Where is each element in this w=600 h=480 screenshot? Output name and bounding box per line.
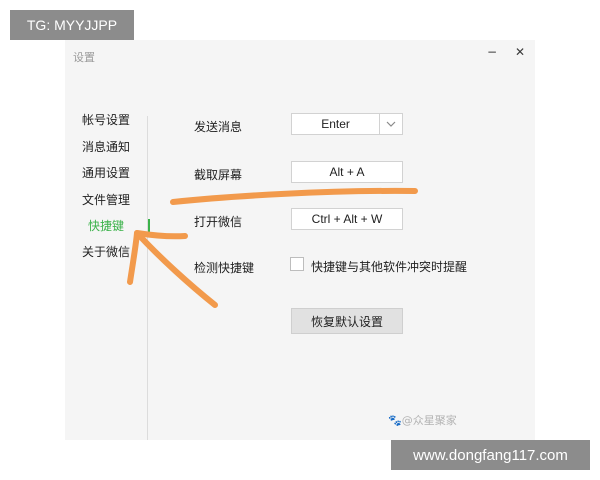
conflict-alert-label[interactable]: 快捷键与其他软件冲突时提醒 bbox=[311, 258, 467, 275]
chevron-down-icon bbox=[379, 114, 402, 134]
sidebar-item-notifications[interactable]: 消息通知 bbox=[82, 138, 130, 155]
paw-icon: 🐾 bbox=[388, 414, 402, 427]
minimize-button[interactable]: − bbox=[483, 43, 501, 61]
send-message-value: Enter bbox=[321, 117, 350, 131]
sidebar-divider bbox=[147, 116, 148, 440]
sidebar-item-general[interactable]: 通用设置 bbox=[82, 164, 130, 181]
settings-sidebar: 帐号设置 消息通知 通用设置 文件管理 快捷键 关于微信 bbox=[65, 40, 147, 440]
watermark: 🐾@众星聚家 bbox=[388, 414, 457, 427]
open-wechat-shortcut-field[interactable]: Ctrl + Alt + W bbox=[291, 208, 403, 230]
sidebar-item-about[interactable]: 关于微信 bbox=[82, 243, 130, 260]
settings-window: 设置 − ✕ 帐号设置 消息通知 通用设置 文件管理 快捷键 关于微信 发送消息… bbox=[65, 40, 535, 440]
channel-tag: TG: MYYJJPP bbox=[10, 10, 134, 40]
detect-shortcut-label: 检测快捷键 bbox=[194, 261, 255, 275]
restore-defaults-button[interactable]: 恢复默认设置 bbox=[291, 308, 403, 334]
sidebar-item-files[interactable]: 文件管理 bbox=[82, 191, 130, 208]
open-wechat-label: 打开微信 bbox=[194, 215, 243, 229]
sidebar-item-account[interactable]: 帐号设置 bbox=[82, 111, 130, 128]
send-message-label: 发送消息 bbox=[194, 120, 243, 134]
send-message-select[interactable]: Enter bbox=[291, 113, 403, 135]
sidebar-item-shortcuts[interactable]: 快捷键 bbox=[88, 217, 124, 234]
site-url-tag: www.dongfang117.com bbox=[391, 440, 590, 470]
screenshot-shortcut-field[interactable]: Alt + A bbox=[291, 161, 403, 183]
close-button[interactable]: ✕ bbox=[511, 43, 529, 61]
conflict-alert-checkbox[interactable] bbox=[290, 257, 304, 271]
screenshot-label: 截取屏幕 bbox=[194, 168, 243, 182]
